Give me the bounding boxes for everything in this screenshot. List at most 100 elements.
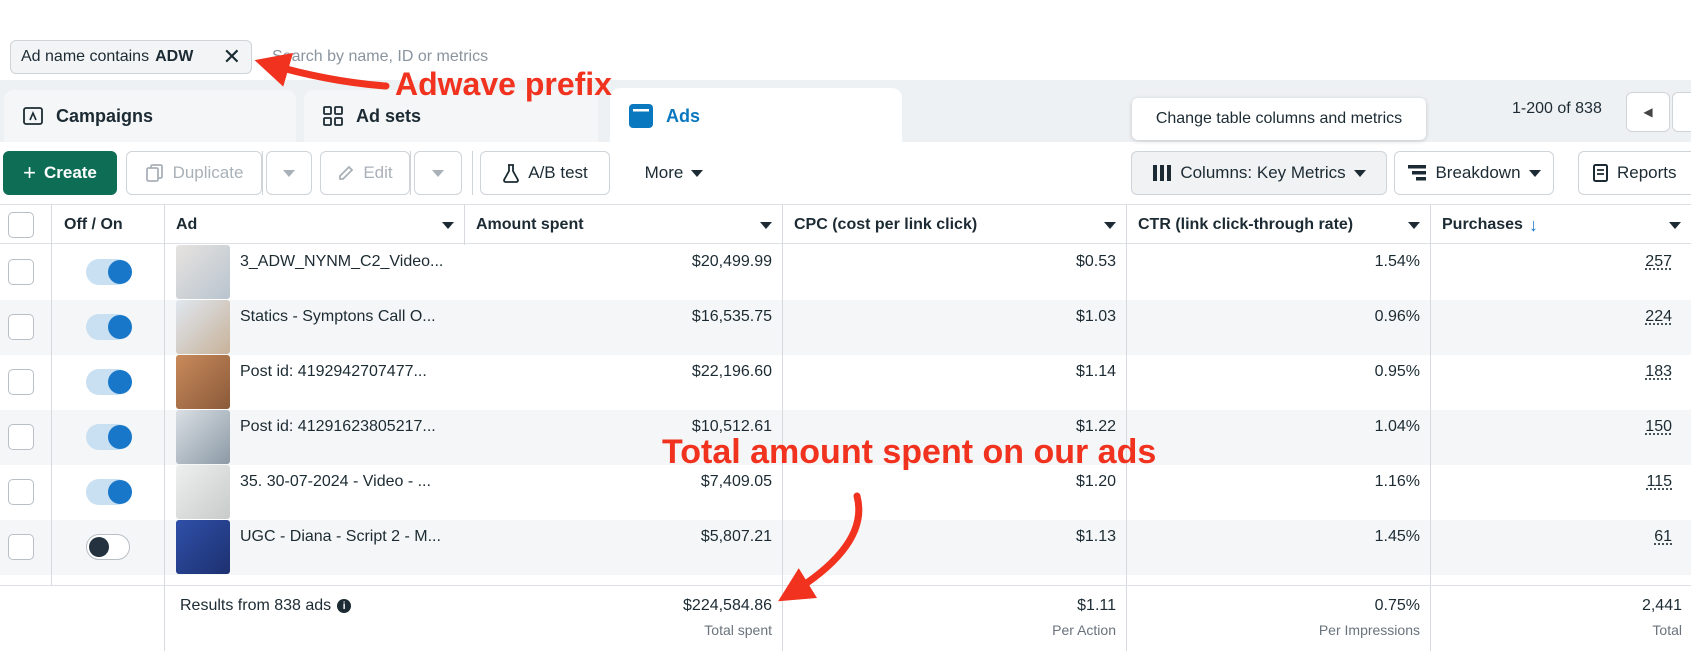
more-button[interactable]: More bbox=[626, 151, 722, 195]
filter-chip-value: ADW bbox=[155, 48, 193, 66]
reports-icon bbox=[1591, 163, 1609, 183]
table-row[interactable]: Post id: 4192942707477... $22,196.60 $1.… bbox=[0, 355, 1691, 410]
column-header-purchases[interactable]: Purchases ↓ bbox=[1432, 205, 1691, 245]
ad-status-toggle[interactable] bbox=[86, 259, 130, 285]
tab-label: Campaigns bbox=[56, 106, 153, 127]
duplicate-button[interactable]: Duplicate bbox=[126, 151, 262, 195]
columns-button[interactable]: Columns: Key Metrics bbox=[1131, 151, 1387, 195]
breakdown-icon bbox=[1407, 164, 1427, 182]
column-header-label: Purchases bbox=[1442, 216, 1523, 234]
table-row[interactable]: Statics - Symptons Call O... $16,535.75 … bbox=[0, 300, 1691, 355]
row-checkbox[interactable] bbox=[8, 369, 34, 395]
chevron-down-icon bbox=[760, 222, 772, 229]
filter-chip[interactable]: Ad name contains ADW ✕ bbox=[10, 40, 252, 74]
ad-name-link[interactable]: UGC - Diana - Script 2 - M... bbox=[240, 528, 441, 546]
edit-button[interactable]: Edit bbox=[320, 151, 410, 195]
edit-label: Edit bbox=[363, 163, 392, 183]
reports-button[interactable]: Reports bbox=[1578, 151, 1691, 195]
column-header-ctr[interactable]: CTR (link click-through rate) bbox=[1128, 205, 1430, 245]
ab-test-label: A/B test bbox=[528, 163, 588, 183]
cell-ctr: 1.54% bbox=[1150, 253, 1420, 271]
ad-status-toggle[interactable] bbox=[86, 479, 130, 505]
row-checkbox[interactable] bbox=[8, 259, 34, 285]
more-label: More bbox=[645, 163, 684, 183]
annotation-prefix-note: Adwave prefix bbox=[395, 66, 612, 103]
cell-ctr: 1.04% bbox=[1150, 418, 1420, 436]
breakdown-button[interactable]: Breakdown bbox=[1394, 151, 1554, 195]
filter-chip-prefix: Ad name contains bbox=[21, 48, 149, 66]
cell-amount-spent: $7,409.05 bbox=[500, 473, 772, 491]
cell-amount-spent: $16,535.75 bbox=[500, 308, 772, 326]
next-page-button[interactable] bbox=[1672, 92, 1691, 132]
table-row[interactable]: UGC - Diana - Script 2 - M... $5,807.21 … bbox=[0, 520, 1691, 575]
cell-purchases[interactable]: 115 bbox=[1440, 473, 1672, 491]
tab-label: Ad sets bbox=[356, 106, 421, 127]
cell-ctr: 0.95% bbox=[1150, 363, 1420, 381]
ad-name-link[interactable]: Post id: 41291623805217... bbox=[240, 418, 436, 436]
campaign-icon bbox=[22, 105, 44, 127]
column-header-toggle[interactable]: Off / On bbox=[54, 205, 164, 245]
prev-page-button[interactable]: ◀ bbox=[1626, 92, 1670, 132]
column-header-label: CPC (cost per link click) bbox=[794, 216, 977, 234]
column-divider bbox=[782, 586, 783, 651]
columns-label: Columns: Key Metrics bbox=[1180, 163, 1345, 183]
cell-cpc: $1.20 bbox=[820, 473, 1116, 491]
cell-purchases[interactable]: 224 bbox=[1440, 308, 1672, 326]
duplicate-dropdown-button[interactable] bbox=[266, 151, 312, 195]
row-checkbox[interactable] bbox=[8, 314, 34, 340]
columns-icon bbox=[1152, 164, 1172, 182]
column-header-label: Amount spent bbox=[476, 216, 584, 234]
ad-status-toggle[interactable] bbox=[86, 314, 130, 340]
cell-ctr: 0.96% bbox=[1150, 308, 1420, 326]
ad-thumbnail bbox=[176, 520, 230, 574]
column-header-ad[interactable]: Ad bbox=[166, 205, 464, 245]
cell-purchases[interactable]: 150 bbox=[1440, 418, 1672, 436]
edit-dropdown-button[interactable] bbox=[414, 151, 462, 195]
chevron-down-icon bbox=[432, 170, 444, 177]
summary-ctr: 0.75% bbox=[1150, 597, 1420, 615]
tab-ads[interactable]: Ads bbox=[610, 88, 902, 144]
summary-purchases: 2,441 bbox=[1440, 597, 1682, 615]
chevron-down-icon bbox=[1669, 222, 1681, 229]
row-checkbox[interactable] bbox=[8, 534, 34, 560]
summary-label-text: Results from 838 ads bbox=[180, 597, 331, 615]
ad-status-toggle[interactable] bbox=[86, 534, 130, 560]
ad-status-toggle[interactable] bbox=[86, 369, 130, 395]
cell-cpc: $1.03 bbox=[820, 308, 1116, 326]
breakdown-label: Breakdown bbox=[1435, 163, 1520, 183]
tab-campaigns[interactable]: Campaigns bbox=[4, 90, 296, 142]
close-icon[interactable]: ✕ bbox=[223, 46, 241, 68]
ad-status-toggle[interactable] bbox=[86, 424, 130, 450]
summary-label: Results from 838 ads i bbox=[180, 597, 351, 615]
cell-ctr: 1.16% bbox=[1150, 473, 1420, 491]
pagination-range: 1-200 of 838 bbox=[1512, 100, 1602, 118]
duplicate-label: Duplicate bbox=[173, 163, 244, 183]
cell-cpc: $1.13 bbox=[820, 528, 1116, 546]
ad-name-link[interactable]: Statics - Symptons Call O... bbox=[240, 308, 436, 326]
column-divider bbox=[164, 586, 165, 651]
create-button[interactable]: + Create bbox=[3, 151, 117, 195]
ab-test-button[interactable]: A/B test bbox=[480, 151, 610, 195]
annotation-total-note: Total amount spent on our ads bbox=[662, 433, 1156, 472]
cell-purchases[interactable]: 257 bbox=[1440, 253, 1672, 271]
plus-icon: + bbox=[23, 160, 36, 186]
ad-thumbnail bbox=[176, 355, 230, 409]
ad-thumbnail bbox=[176, 245, 230, 299]
table-row[interactable]: 3_ADW_NYNM_C2_Video... $20,499.99 $0.53 … bbox=[0, 245, 1691, 300]
summary-amount-spent: $224,584.86 bbox=[500, 597, 772, 615]
ad-name-link[interactable]: Post id: 4192942707477... bbox=[240, 363, 427, 381]
select-all-checkbox[interactable] bbox=[8, 212, 34, 238]
ad-name-link[interactable]: 3_ADW_NYNM_C2_Video... bbox=[240, 253, 443, 271]
column-header-cpc[interactable]: CPC (cost per link click) bbox=[784, 205, 1126, 245]
column-header-amount-spent[interactable]: Amount spent bbox=[466, 205, 782, 245]
cell-purchases[interactable]: 61 bbox=[1440, 528, 1672, 546]
cell-purchases[interactable]: 183 bbox=[1440, 363, 1672, 381]
cell-amount-spent: $5,807.21 bbox=[500, 528, 772, 546]
row-checkbox[interactable] bbox=[8, 479, 34, 505]
info-icon[interactable]: i bbox=[337, 599, 351, 613]
table-row[interactable]: 35. 30-07-2024 - Video - ... $7,409.05 $… bbox=[0, 465, 1691, 520]
cell-cpc: $0.53 bbox=[820, 253, 1116, 271]
row-checkbox[interactable] bbox=[8, 424, 34, 450]
create-label: Create bbox=[44, 163, 97, 183]
ad-name-link[interactable]: 35. 30-07-2024 - Video - ... bbox=[240, 473, 431, 491]
